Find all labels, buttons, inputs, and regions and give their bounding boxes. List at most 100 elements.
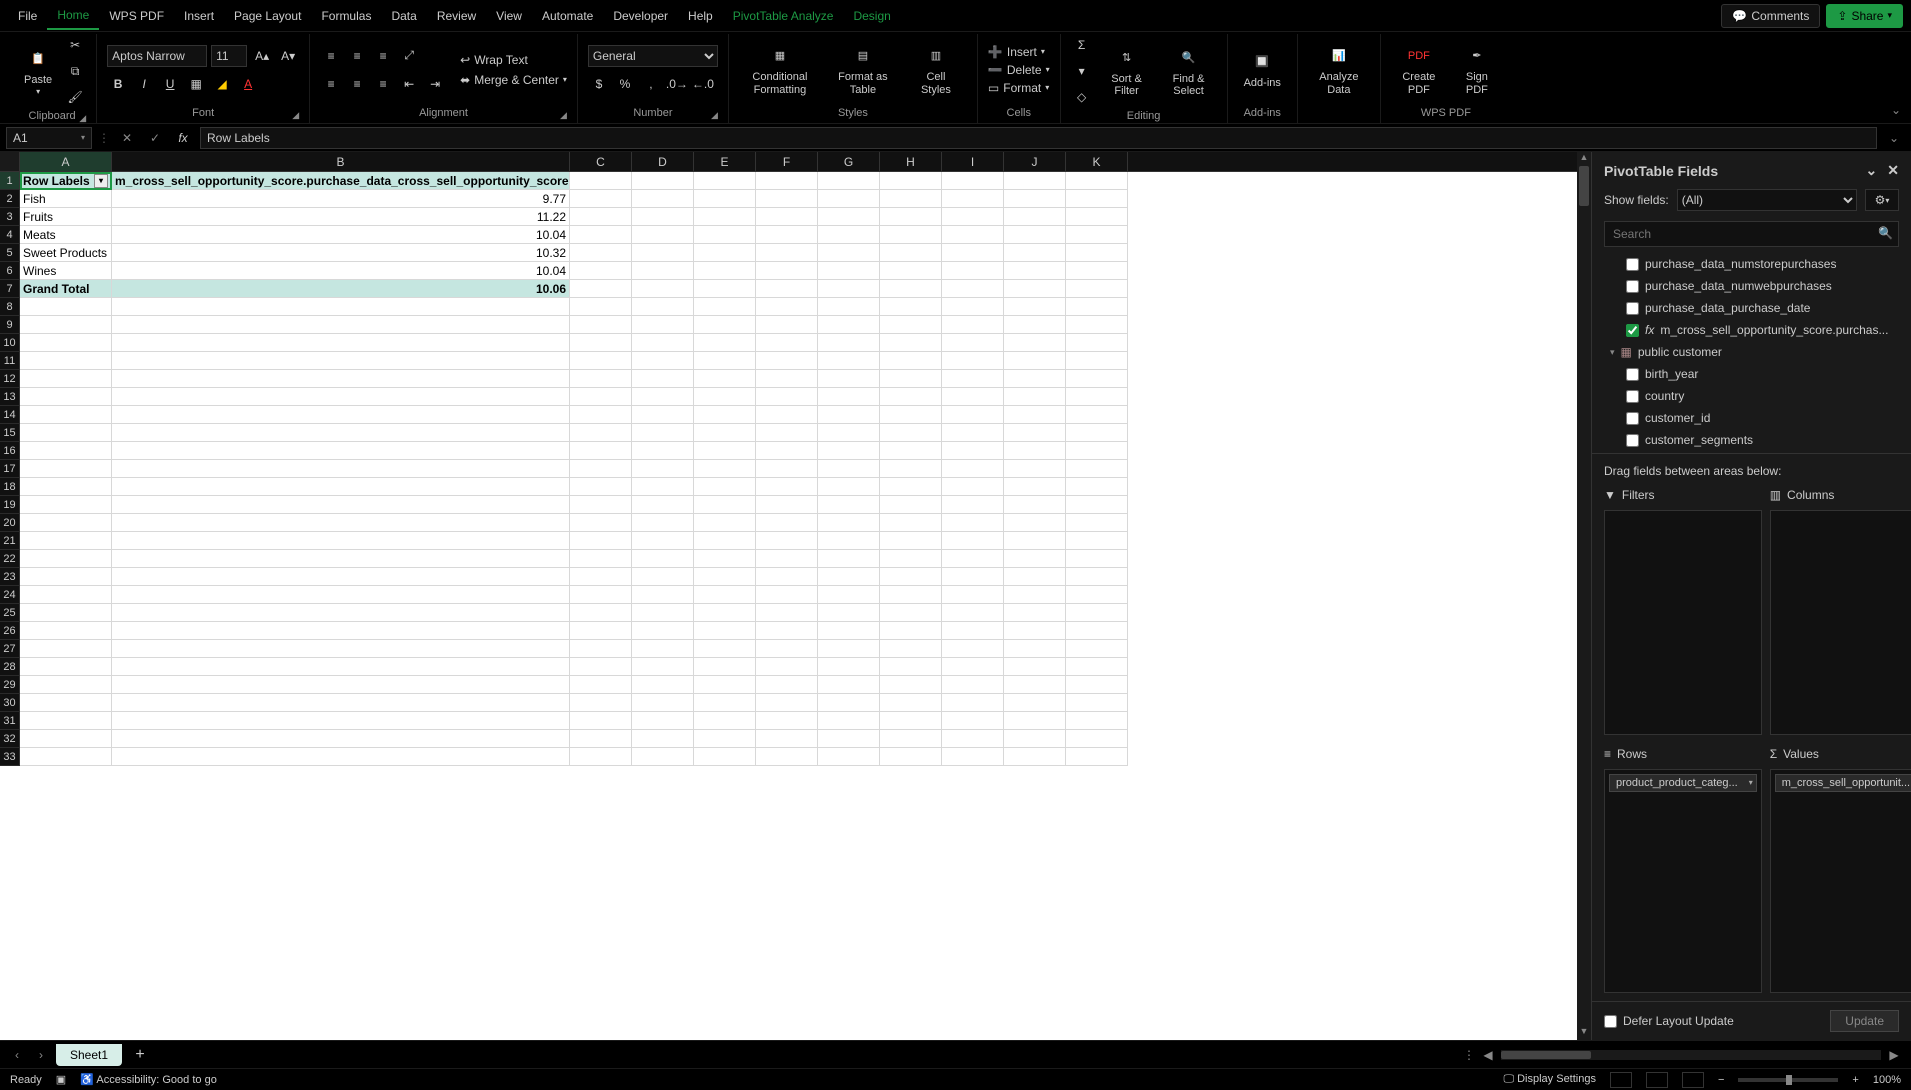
cell[interactable]	[818, 406, 880, 424]
cell[interactable]	[942, 532, 1004, 550]
cell[interactable]	[942, 226, 1004, 244]
menu-developer[interactable]: Developer	[603, 3, 678, 29]
cell[interactable]	[112, 694, 570, 712]
cell[interactable]	[880, 442, 942, 460]
fill-button[interactable]: ▾	[1071, 60, 1093, 82]
row-header[interactable]: 3	[0, 208, 20, 226]
page-layout-view-button[interactable]	[1646, 1072, 1668, 1088]
cell[interactable]	[942, 550, 1004, 568]
cell[interactable]	[20, 550, 112, 568]
cell[interactable]	[632, 334, 694, 352]
cell[interactable]	[880, 586, 942, 604]
cell[interactable]	[756, 352, 818, 370]
cell[interactable]	[880, 550, 942, 568]
copy-button[interactable]: ⧉	[64, 60, 86, 82]
cell[interactable]: 10.06	[112, 280, 570, 298]
confirm-formula-button[interactable]: ✓	[144, 127, 166, 149]
cell[interactable]	[756, 658, 818, 676]
align-right-button[interactable]: ≡	[372, 73, 394, 95]
cell[interactable]	[570, 478, 632, 496]
add-sheet-button[interactable]: +	[128, 1046, 152, 1064]
cell[interactable]	[570, 352, 632, 370]
alignment-launcher[interactable]: ◢	[560, 110, 567, 121]
bold-button[interactable]: B	[107, 73, 129, 95]
cell[interactable]	[1066, 244, 1128, 262]
hscroll-left[interactable]: ◀	[1479, 1048, 1497, 1062]
cell[interactable]	[20, 298, 112, 316]
cell[interactable]	[570, 586, 632, 604]
cell[interactable]	[1004, 190, 1066, 208]
column-header-K[interactable]: K	[1066, 152, 1128, 171]
cell[interactable]	[880, 226, 942, 244]
addins-button[interactable]: 🔲 Add-ins	[1238, 47, 1287, 91]
cell[interactable]	[942, 586, 1004, 604]
cell[interactable]	[942, 190, 1004, 208]
cell[interactable]	[942, 622, 1004, 640]
hscroll-thumb[interactable]	[1501, 1051, 1591, 1059]
cell[interactable]	[694, 370, 756, 388]
cell[interactable]	[112, 388, 570, 406]
cell[interactable]	[570, 676, 632, 694]
menu-file[interactable]: File	[8, 3, 47, 29]
cell[interactable]	[1066, 568, 1128, 586]
row-header[interactable]: 30	[0, 694, 20, 712]
row-header[interactable]: 13	[0, 388, 20, 406]
cell[interactable]	[694, 352, 756, 370]
cell[interactable]	[694, 568, 756, 586]
cell[interactable]	[20, 604, 112, 622]
cell[interactable]: Row Labels▾	[20, 172, 112, 190]
cell[interactable]	[942, 676, 1004, 694]
cell[interactable]	[1066, 730, 1128, 748]
cell[interactable]	[694, 424, 756, 442]
cell[interactable]	[694, 244, 756, 262]
cell[interactable]	[1004, 316, 1066, 334]
row-header[interactable]: 20	[0, 514, 20, 532]
cell[interactable]	[756, 442, 818, 460]
cell[interactable]	[942, 694, 1004, 712]
cell[interactable]	[694, 640, 756, 658]
zoom-level[interactable]: 100%	[1873, 1074, 1901, 1086]
menu-wpspdf[interactable]: WPS PDF	[99, 3, 174, 29]
cell[interactable]	[694, 172, 756, 190]
cell[interactable]	[112, 640, 570, 658]
cell[interactable]: 10.04	[112, 262, 570, 280]
field-checkbox[interactable]	[1626, 324, 1639, 337]
cell[interactable]	[818, 640, 880, 658]
cell[interactable]	[756, 208, 818, 226]
row-header[interactable]: 16	[0, 442, 20, 460]
column-header-A[interactable]: A	[20, 152, 112, 171]
cell[interactable]	[1066, 208, 1128, 226]
cell[interactable]	[20, 658, 112, 676]
cell[interactable]	[1066, 370, 1128, 388]
panel-gear-button[interactable]: ⚙▾	[1865, 189, 1899, 211]
cell[interactable]	[1066, 280, 1128, 298]
cell[interactable]	[1066, 406, 1128, 424]
cell[interactable]	[1066, 172, 1128, 190]
cell[interactable]	[756, 370, 818, 388]
cell[interactable]	[694, 586, 756, 604]
cell[interactable]	[880, 172, 942, 190]
cell[interactable]	[694, 514, 756, 532]
row-header[interactable]: 9	[0, 316, 20, 334]
wrap-text-button[interactable]: ↩ Wrap Text	[460, 53, 567, 67]
cell[interactable]	[880, 622, 942, 640]
cell[interactable]	[570, 622, 632, 640]
field-checkbox[interactable]	[1626, 280, 1639, 293]
cell[interactable]	[20, 586, 112, 604]
cell[interactable]	[818, 244, 880, 262]
cell[interactable]	[818, 622, 880, 640]
cell[interactable]	[942, 244, 1004, 262]
cell[interactable]	[818, 694, 880, 712]
column-header-D[interactable]: D	[632, 152, 694, 171]
cell[interactable]	[570, 442, 632, 460]
sort-filter-button[interactable]: ⇅ Sort & Filter	[1099, 43, 1155, 99]
cell[interactable]	[942, 316, 1004, 334]
cell[interactable]	[694, 460, 756, 478]
row-header[interactable]: 18	[0, 478, 20, 496]
cell[interactable]: 9.77	[112, 190, 570, 208]
row-header[interactable]: 24	[0, 586, 20, 604]
cell[interactable]	[1004, 730, 1066, 748]
cell[interactable]	[632, 280, 694, 298]
create-pdf-button[interactable]: PDF Create PDF	[1391, 41, 1447, 97]
cell[interactable]	[112, 550, 570, 568]
